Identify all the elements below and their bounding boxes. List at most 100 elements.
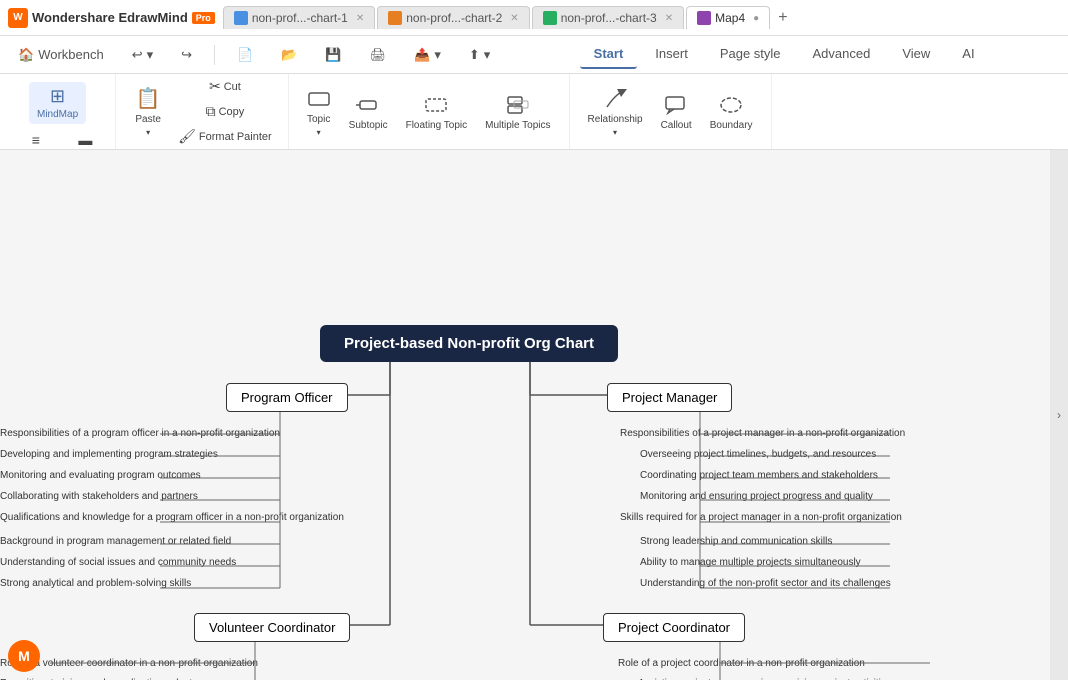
undo-icon: ↩ — [132, 47, 143, 63]
nav-tab-ai[interactable]: AI — [948, 40, 988, 69]
canvas[interactable]: Project-based Non-profit Org Chart Progr… — [0, 150, 1050, 680]
cut-label: Cut — [224, 81, 241, 93]
export-button[interactable]: 📤 ▾ — [408, 43, 447, 67]
open-icon: 📂 — [281, 47, 297, 63]
tab-close-chart1[interactable]: ✕ — [356, 13, 364, 24]
tab-chart3[interactable]: non-prof...-chart-3 ✕ — [532, 6, 684, 29]
tab-map4[interactable]: Map4 ● — [686, 6, 770, 29]
callout-label: Callout — [661, 120, 692, 131]
project-manager-node[interactable]: Project Manager — [607, 383, 732, 412]
undo-dropdown-icon: ▾ — [147, 47, 154, 63]
paste-icon: 📋 — [136, 86, 161, 111]
workbench-button[interactable]: 🏠 Workbench — [12, 43, 110, 67]
save-icon: 💾 — [325, 47, 341, 63]
nav-tab-view[interactable]: View — [888, 40, 944, 69]
redo-icon: ↪ — [181, 47, 192, 63]
nav-tab-start[interactable]: Start — [580, 40, 638, 69]
sidebar-collapse-button[interactable]: › — [1050, 150, 1068, 680]
home-icon: 🏠 — [18, 47, 34, 63]
nav-tab-page-style[interactable]: Page style — [706, 40, 795, 69]
new-file-icon: 📄 — [237, 47, 253, 63]
boundary-button[interactable]: Boundary — [702, 87, 761, 137]
program-officer-node[interactable]: Program Officer — [226, 383, 348, 412]
multiple-topics-icon — [506, 93, 530, 117]
cut-icon: ✂ — [209, 78, 221, 95]
tab-icon-chart2 — [388, 11, 402, 25]
save-button[interactable]: 💾 — [319, 43, 347, 67]
print-icon: 🖨 — [370, 47, 387, 63]
nav-separator-1 — [214, 45, 215, 65]
callout-icon — [664, 93, 688, 117]
paste-dropdown-icon: ▾ — [146, 128, 150, 137]
tab-label-chart1: non-prof...-chart-1 — [252, 11, 348, 25]
tool-bar: ⊞ MindMap ≡ Outline ▬ PPT 📋 Paste ▾ ✂ Cu… — [0, 74, 1068, 150]
undo-button[interactable]: ↩ ▾ — [126, 43, 159, 67]
relationship-label: Relationship — [588, 114, 643, 125]
app-icon: W — [8, 8, 28, 28]
title-bar: W Wondershare EdrawMind Pro non-prof...-… — [0, 0, 1068, 36]
tab-icon-map4 — [697, 11, 711, 25]
tab-chart2[interactable]: non-prof...-chart-2 ✕ — [377, 6, 529, 29]
tab-bar: non-prof...-chart-1 ✕ non-prof...-chart-… — [223, 6, 1060, 29]
volunteer-coordinator-node[interactable]: Volunteer Coordinator — [194, 613, 350, 642]
ppt-mode-icon: ▬ — [78, 132, 92, 148]
tab-label-map4: Map4 — [715, 11, 745, 25]
mode-section: ⊞ MindMap ≡ Outline ▬ PPT — [0, 74, 116, 149]
export-icon: 📤 — [414, 47, 430, 63]
paste-button[interactable]: 📋 Paste ▾ — [126, 80, 170, 143]
project-coordinator-node[interactable]: Project Coordinator — [603, 613, 745, 642]
volunteer-coordinator-label: Volunteer Coordinator — [209, 620, 335, 635]
format-painter-button[interactable]: 🖌 Format Painter — [172, 125, 278, 148]
nav-tab-insert[interactable]: Insert — [641, 40, 702, 69]
floating-topic-button[interactable]: Floating Topic — [398, 87, 476, 137]
tab-chart1[interactable]: non-prof...-chart-1 ✕ — [223, 6, 375, 29]
share-button[interactable]: ⬆ ▾ — [463, 43, 496, 67]
format-painter-label: Format Painter — [199, 131, 272, 143]
subtopic-label: Subtopic — [349, 120, 388, 131]
topic-label: Topic — [307, 114, 330, 125]
root-label: Project-based Non-profit Org Chart — [344, 335, 594, 352]
export-dropdown-icon: ▾ — [434, 47, 441, 63]
open-file-button[interactable]: 📂 — [275, 43, 303, 67]
nav-bar: 🏠 Workbench ↩ ▾ ↪ 📄 📂 💾 🖨 📤 ▾ ⬆ ▾ Start … — [0, 36, 1068, 74]
callout-button[interactable]: Callout — [653, 87, 700, 137]
topic-icon — [307, 87, 331, 111]
new-tab-button[interactable]: + — [772, 7, 793, 29]
main-content: Project-based Non-profit Org Chart Progr… — [0, 150, 1068, 680]
mindmap-mode-button[interactable]: ⊞ MindMap — [29, 82, 86, 124]
tab-label-chart3: non-prof...-chart-3 — [561, 11, 657, 25]
new-file-button[interactable]: 📄 — [231, 43, 259, 67]
print-button[interactable]: 🖨 — [364, 43, 393, 67]
redo-button[interactable]: ↪ — [175, 43, 198, 67]
format-painter-icon: 🖌 — [178, 128, 196, 145]
multiple-topics-button[interactable]: Multiple Topics — [477, 87, 558, 137]
nav-tab-advanced[interactable]: Advanced — [799, 40, 885, 69]
workbench-label: Workbench — [38, 47, 104, 62]
sidebar-expand-icon: › — [1057, 408, 1061, 422]
cut-button[interactable]: ✂ Cut — [172, 75, 278, 98]
tab-close-chart3[interactable]: ✕ — [665, 13, 673, 24]
project-coordinator-label: Project Coordinator — [618, 620, 730, 635]
project-manager-label: Project Manager — [622, 390, 717, 405]
subtopic-button[interactable]: Subtopic — [341, 87, 396, 137]
relationship-button[interactable]: Relationship ▾ — [580, 81, 651, 143]
copy-icon: ⧉ — [206, 103, 216, 120]
program-officer-label: Program Officer — [241, 390, 333, 405]
outline-mode-icon: ≡ — [32, 132, 40, 148]
copy-label: Copy — [219, 106, 245, 118]
paste-label: Paste — [135, 114, 161, 125]
mindmap-mode-label: MindMap — [37, 109, 78, 120]
tab-icon-chart3 — [543, 11, 557, 25]
copy-button[interactable]: ⧉ Copy — [172, 100, 278, 123]
root-node[interactable]: Project-based Non-profit Org Chart — [320, 325, 618, 362]
relationship-tools-section: Relationship ▾ Callout Boundary — [570, 74, 772, 149]
topic-dropdown-icon: ▾ — [317, 128, 321, 137]
connection-lines — [0, 150, 1050, 680]
tab-close-chart2[interactable]: ✕ — [510, 13, 518, 24]
floating-topic-label: Floating Topic — [406, 120, 468, 131]
boundary-label: Boundary — [710, 120, 753, 131]
subtopic-icon — [356, 93, 380, 117]
tab-close-map4[interactable]: ● — [753, 13, 759, 24]
pro-badge: Pro — [192, 12, 215, 24]
topic-button[interactable]: Topic ▾ — [299, 81, 339, 143]
